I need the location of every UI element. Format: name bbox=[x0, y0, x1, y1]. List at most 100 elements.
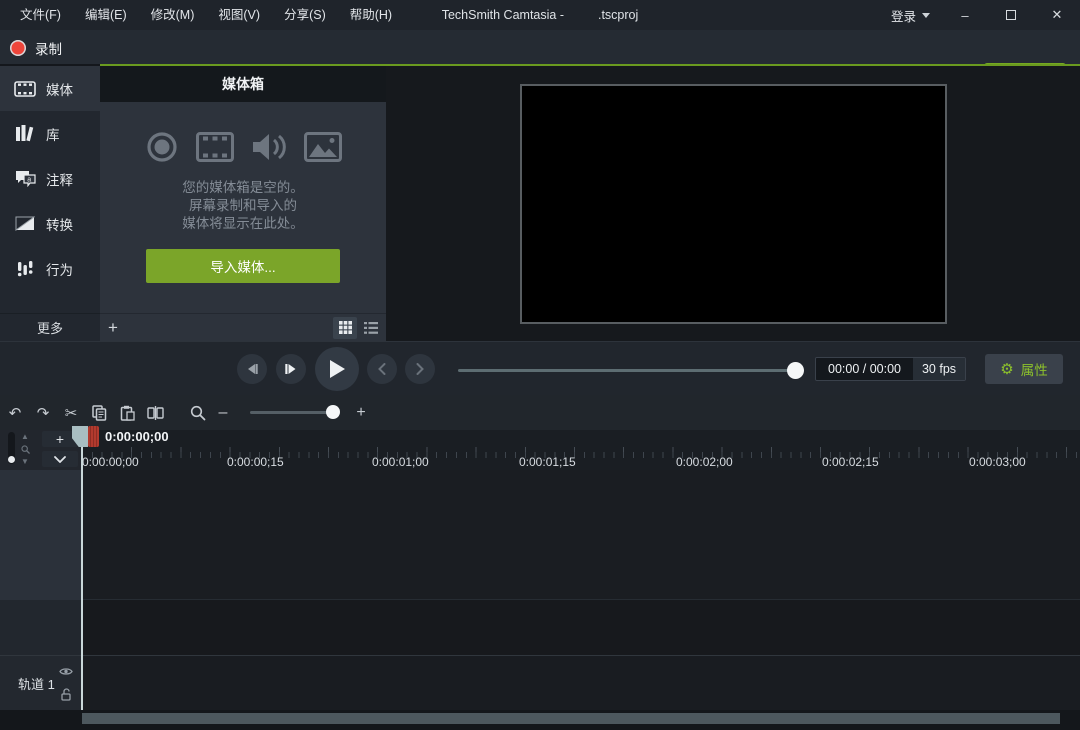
media-bin-bottom-bar: + bbox=[100, 313, 386, 341]
ruler-label: 0:00:03;00 bbox=[969, 455, 1026, 469]
chevron-right-icon bbox=[416, 363, 424, 375]
timeline-empty-area[interactable] bbox=[82, 470, 1080, 600]
redo-button[interactable]: ↷ bbox=[34, 404, 52, 422]
signin-menu[interactable]: 登录 bbox=[879, 0, 942, 30]
playback-bar: 00:00 / 00:00 30 fps ⚙ 属性 bbox=[0, 341, 1080, 395]
timeline-zoom-slider[interactable] bbox=[250, 411, 336, 414]
window-title-file: .tscproj bbox=[598, 8, 638, 22]
undo-button[interactable]: ↶ bbox=[6, 404, 24, 422]
sidebar-item-label: 行为 bbox=[46, 259, 73, 279]
paste-button[interactable] bbox=[118, 404, 136, 422]
maximize-icon bbox=[1006, 10, 1016, 20]
timeline-gutter-lower bbox=[0, 600, 81, 655]
zoom-in-button[interactable]: + bbox=[346, 404, 376, 422]
magnifier-icon bbox=[190, 405, 206, 421]
audio-icon bbox=[251, 131, 287, 163]
timeline-empty-strip bbox=[82, 600, 1080, 655]
menu-modify[interactable]: 修改(M) bbox=[139, 0, 207, 30]
sidebar-item-annotations[interactable]: a 注释 bbox=[0, 156, 100, 201]
playhead-line[interactable] bbox=[81, 447, 83, 710]
magnifier-icon bbox=[21, 445, 30, 454]
eye-icon bbox=[59, 667, 73, 676]
record-button[interactable]: 录制 bbox=[10, 35, 62, 61]
close-button[interactable]: ✕ bbox=[1034, 0, 1080, 30]
split-button[interactable] bbox=[146, 404, 164, 422]
minimize-button[interactable]: – bbox=[942, 0, 988, 30]
sidebar-item-label: 库 bbox=[46, 124, 60, 144]
track1-lane[interactable] bbox=[82, 655, 1080, 710]
timeline-toolbar: ↶ ↷ ✂ – + bbox=[0, 395, 1080, 430]
properties-button[interactable]: ⚙ 属性 bbox=[985, 354, 1063, 384]
sidebar-item-behaviors[interactable]: 行为 bbox=[0, 246, 100, 291]
video-preview[interactable] bbox=[520, 84, 947, 324]
record-label: 录制 bbox=[35, 38, 62, 58]
sidebar-item-label: 转换 bbox=[46, 214, 73, 234]
import-media-button[interactable]: 导入媒体... bbox=[146, 249, 340, 283]
sidebar-item-label: 注释 bbox=[46, 169, 73, 189]
sidebar-item-transitions[interactable]: 转换 bbox=[0, 201, 100, 246]
sidebar-item-library[interactable]: 库 bbox=[0, 111, 100, 156]
next-marker-button[interactable] bbox=[405, 354, 435, 384]
track-lock-toggle[interactable] bbox=[61, 688, 72, 701]
zoom-out-button[interactable]: – bbox=[206, 404, 240, 422]
add-media-button[interactable]: + bbox=[100, 314, 126, 341]
gear-icon: ⚙ bbox=[1000, 362, 1013, 377]
window-title: TechSmith Camtasia - .tscproj bbox=[442, 0, 639, 30]
main-area: 媒体 库 a 注释 转换 bbox=[0, 66, 1080, 341]
media-bin-empty-icons bbox=[100, 130, 386, 164]
menu-view[interactable]: 视图(V) bbox=[206, 0, 272, 30]
copy-button[interactable] bbox=[90, 404, 108, 422]
menubar-right: 登录 – ✕ bbox=[879, 0, 1080, 30]
fps-display: 30 fps bbox=[913, 358, 965, 380]
grid-view-icon bbox=[339, 321, 352, 334]
zoom-up-arrow-icon[interactable]: ▲ bbox=[21, 432, 29, 441]
seek-slider-thumb[interactable] bbox=[787, 362, 804, 379]
previous-marker-button[interactable] bbox=[367, 354, 397, 384]
grid-view-button[interactable] bbox=[333, 317, 357, 339]
collapse-tracks-button[interactable] bbox=[42, 451, 78, 467]
sidebar-more-button[interactable]: 更多 bbox=[0, 313, 100, 341]
empty-text-line: 屏幕录制和导入的 bbox=[100, 197, 386, 215]
zoom-down-arrow-icon[interactable]: ▼ bbox=[21, 457, 29, 466]
menu-share[interactable]: 分享(S) bbox=[272, 0, 338, 30]
timeline-gutter bbox=[0, 470, 81, 600]
cut-button[interactable]: ✂ bbox=[62, 404, 80, 422]
ruler-label: 0:00:00;00 bbox=[82, 455, 139, 469]
menu-edit[interactable]: 编辑(E) bbox=[73, 0, 139, 30]
playhead-grip[interactable] bbox=[88, 426, 99, 447]
ruler-label: 0:00:02;15 bbox=[822, 455, 879, 469]
paste-icon bbox=[120, 405, 135, 421]
copy-icon bbox=[92, 405, 107, 421]
track-height-thumb[interactable] bbox=[8, 456, 15, 463]
ruler-label: 0:00:00;15 bbox=[227, 455, 284, 469]
play-button[interactable] bbox=[315, 347, 359, 391]
transition-icon bbox=[13, 216, 37, 231]
toolbar: 录制 22% 分享 bbox=[0, 30, 1080, 66]
track1-header[interactable]: 轨道 1 bbox=[0, 655, 81, 710]
sidebar-item-media[interactable]: 媒体 bbox=[0, 66, 100, 111]
maximize-button[interactable] bbox=[988, 0, 1034, 30]
seek-slider-track[interactable] bbox=[458, 369, 800, 372]
filmstrip-icon bbox=[13, 81, 37, 97]
play-icon bbox=[328, 359, 346, 379]
step-forward-button[interactable] bbox=[276, 354, 306, 384]
video-clip-icon bbox=[196, 132, 234, 162]
horizontal-scrollbar[interactable] bbox=[82, 713, 1060, 724]
window-title-app: TechSmith Camtasia - bbox=[442, 8, 564, 22]
track-visibility-toggle[interactable] bbox=[59, 667, 73, 676]
media-bin-empty-text: 您的媒体箱是空的。 屏幕录制和导入的 媒体将显示在此处。 bbox=[100, 179, 386, 233]
menu-help[interactable]: 帮助(H) bbox=[338, 0, 404, 30]
list-view-button[interactable] bbox=[359, 317, 383, 339]
sidebar-item-label: 媒体 bbox=[46, 79, 73, 99]
step-back-button[interactable] bbox=[237, 354, 267, 384]
track-height-slider[interactable] bbox=[8, 432, 15, 464]
timeline-gutter-header: ▲ ▼ + bbox=[0, 430, 81, 470]
camtasia-window: 文件(F) 编辑(E) 修改(M) 视图(V) 分享(S) 帮助(H) Tech… bbox=[0, 0, 1080, 730]
menu-file[interactable]: 文件(F) bbox=[8, 0, 73, 30]
ruler-label: 0:00:01;00 bbox=[372, 455, 429, 469]
timeline-zoom-thumb[interactable] bbox=[326, 405, 340, 419]
playhead-time: 0:00:00;00 bbox=[105, 429, 169, 444]
sidebar: 媒体 库 a 注释 转换 bbox=[0, 64, 100, 341]
step-back-icon bbox=[245, 363, 259, 375]
ruler-label: 0:00:01;15 bbox=[519, 455, 576, 469]
